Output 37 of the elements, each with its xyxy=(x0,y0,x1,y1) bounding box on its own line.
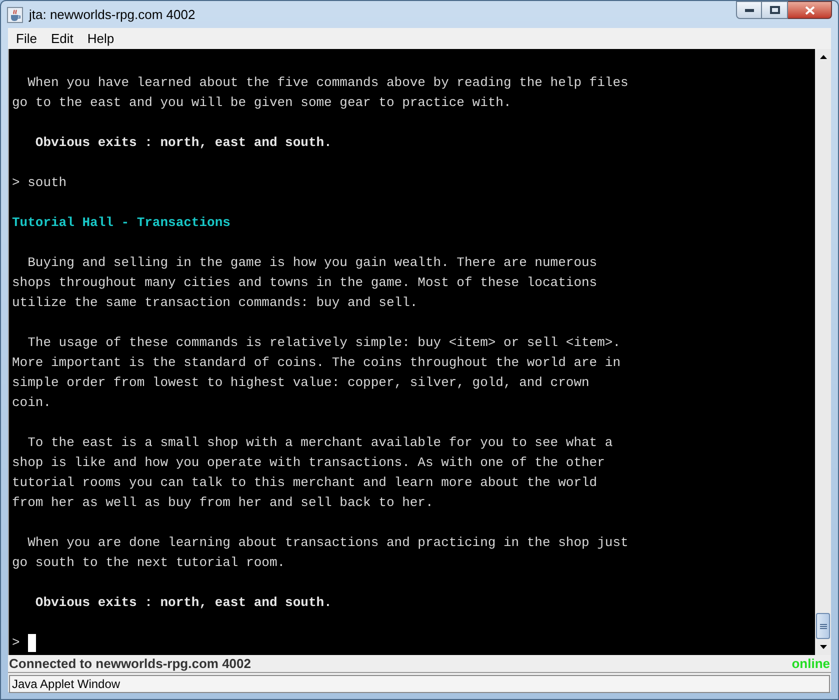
menu-item[interactable]: Edit xyxy=(44,28,80,48)
window-title: jta: newworlds-rpg.com 4002 xyxy=(29,6,196,24)
down-arrow-icon xyxy=(820,645,826,649)
terminal-line: When you have learned about the five commands above by reading the help files xyxy=(26,74,628,92)
exits-line: Obvious exits : north, east and south. xyxy=(34,594,332,612)
connection-status: online xyxy=(792,654,830,673)
room-title: Tutorial Hall - Transactions xyxy=(12,214,230,232)
up-arrow-icon xyxy=(820,55,826,59)
scrollbar[interactable] xyxy=(815,49,831,655)
terminal-line: coin. xyxy=(12,394,52,412)
menu-item[interactable]: File xyxy=(10,28,43,48)
text-cursor xyxy=(28,634,36,652)
maximize-button[interactable] xyxy=(762,1,788,19)
terminal-line: > south xyxy=(12,174,67,192)
scroll-thumb[interactable] xyxy=(816,613,830,639)
terminal-line: More important is the standard of coins. The coins throughout the world are in xyxy=(12,354,620,372)
terminal-line: simple order from lowest to highest value: copper, silver, gold, and crown xyxy=(12,374,590,392)
terminal-line: To the east is a small shop with a merchant available for you to see what a xyxy=(26,434,613,452)
java-cup-icon xyxy=(7,6,23,22)
command-prompt: > xyxy=(12,634,20,652)
applet-warning: Java Applet Window xyxy=(11,676,122,693)
status-text: Connected to newworlds-rpg.com 4002 xyxy=(9,654,251,673)
terminal-line: from her as well as buy from her and sell back to her. xyxy=(12,494,434,512)
exits-line: Obvious exits : north, east and south. xyxy=(34,134,332,152)
terminal-line: The usage of these commands is relatively simple: buy <item> or sell <item>. xyxy=(26,334,620,352)
terminal-line: tutorial rooms you can talk to this merchant and learn more about the world xyxy=(12,474,598,492)
terminal-line: Buying and selling in the game is how you gain wealth. There are numerous xyxy=(26,254,598,272)
terminal-line: When you are done learning about transactions and practicing in the shop just xyxy=(26,534,628,552)
terminal-line: go to the east and you will be given some gear to practice with. xyxy=(12,94,512,112)
close-icon xyxy=(804,6,814,14)
close-button[interactable] xyxy=(788,1,832,19)
terminal-line: utilize the same transaction commands: buy and sell. xyxy=(12,294,418,312)
terminal-line: go south to the next tutorial room. xyxy=(12,554,286,572)
menu-item[interactable]: Help xyxy=(81,28,120,48)
terminal-line: shop is like and how you operate with transactions. As with one of the other xyxy=(12,454,605,472)
minimize-button[interactable] xyxy=(736,1,762,19)
terminal-line: shops throughout many cities and towns in the game. Most of these locations xyxy=(12,274,598,292)
